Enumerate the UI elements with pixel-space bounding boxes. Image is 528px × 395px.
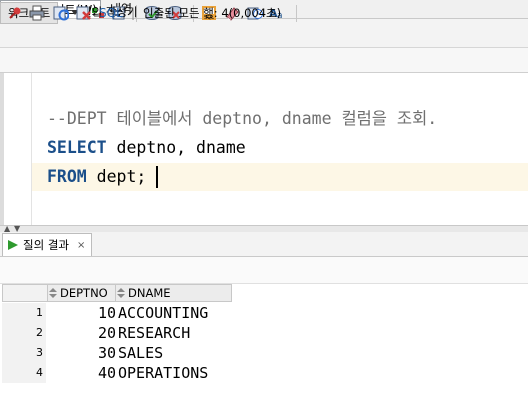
- cell-deptno[interactable]: 10: [48, 303, 116, 323]
- editor-select-line: SELECT deptno, dname: [47, 135, 246, 161]
- run-result-icon: [8, 240, 18, 250]
- sort-icon: [117, 288, 125, 298]
- editor-from-line: FROM dept;: [47, 164, 146, 190]
- editor-comment-line: --DEPT 테이블에서 deptno, dname 컬럼을 조회.: [47, 109, 438, 128]
- pin-icon[interactable]: [6, 4, 24, 22]
- editor-gutter-divider: [31, 73, 32, 225]
- row-number[interactable]: 1: [2, 303, 46, 323]
- row-number[interactable]: 2: [2, 323, 46, 343]
- select-columns: deptno, dname: [106, 138, 246, 157]
- cell-deptno[interactable]: 30: [48, 343, 116, 363]
- row-number[interactable]: 4: [2, 363, 46, 383]
- column-header-deptno-label: DEPTNO: [60, 286, 108, 300]
- print-icon[interactable]: [28, 4, 46, 22]
- select-keyword: SELECT: [47, 138, 107, 157]
- row-number-header: [2, 284, 48, 302]
- cancel-query-icon[interactable]: [75, 4, 93, 22]
- cell-dname[interactable]: SALES: [118, 343, 232, 363]
- sort-icon: [49, 288, 57, 298]
- column-header-dname[interactable]: DNAME: [115, 284, 232, 302]
- cell-deptno[interactable]: 40: [48, 363, 116, 383]
- sql-button[interactable]: SQL: [99, 4, 123, 22]
- editor-subtab-bar: [0, 48, 528, 73]
- column-header-dname-label: DNAME: [128, 286, 171, 300]
- worksheet-toolbar: [0, 19, 528, 48]
- cell-dname[interactable]: OPERATIONS: [118, 363, 232, 383]
- cell-deptno[interactable]: 20: [48, 323, 116, 343]
- refresh-icon[interactable]: [52, 4, 70, 22]
- from-keyword: FROM: [47, 167, 87, 186]
- close-icon[interactable]: ×: [77, 240, 85, 251]
- toolbar-separator: [296, 5, 297, 22]
- tab-query-result[interactable]: 질의 결과 ×: [2, 233, 93, 256]
- column-header-deptno[interactable]: DEPTNO: [47, 284, 116, 302]
- row-number[interactable]: 3: [2, 343, 46, 363]
- cell-dname[interactable]: ACCOUNTING: [118, 303, 232, 323]
- cell-dname[interactable]: RESEARCH: [118, 323, 232, 343]
- text-caret: [156, 166, 158, 188]
- fetch-status: 인출된 모든 행: 4(0,004초): [143, 6, 282, 20]
- toolbar-separator: |: [131, 6, 136, 20]
- result-toolbar: [0, 257, 528, 284]
- tab-query-result-label: 질의 결과: [23, 238, 69, 252]
- from-table: dept;: [86, 167, 147, 186]
